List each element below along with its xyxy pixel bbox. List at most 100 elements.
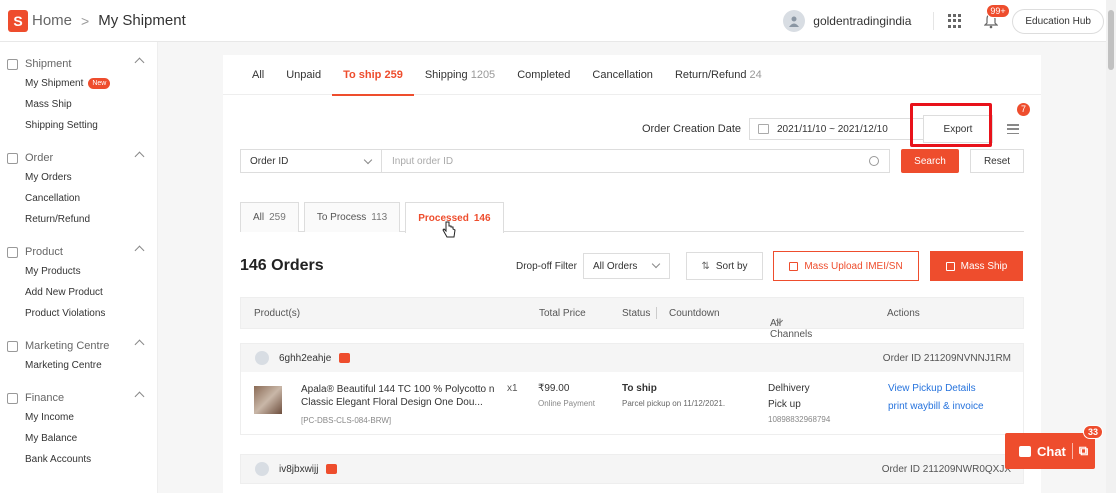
order-header: 6ghh2eahje Order ID 211209NVNNJ1RM: [241, 344, 1023, 372]
chat-icon: [1019, 445, 1031, 457]
tab-completed[interactable]: Completed: [506, 55, 581, 95]
sidebar-item-bank-accounts[interactable]: Bank Accounts: [0, 449, 157, 470]
product-icon: [7, 246, 18, 258]
buyer-avatar[interactable]: [255, 351, 269, 365]
col-divider: [656, 307, 657, 319]
sidebar-section-header[interactable]: Finance: [0, 389, 157, 407]
sidebar-item-marketing-centre[interactable]: Marketing Centre: [0, 355, 157, 376]
sidebar-item-add-new-product[interactable]: Add New Product: [0, 282, 157, 303]
sidebar-item-my-shipment[interactable]: My Shipment New: [0, 73, 157, 94]
product-quantity: x1: [507, 383, 518, 394]
tab-to-ship[interactable]: To ship 259: [332, 55, 414, 96]
chat-button[interactable]: Chat ⧉ 33: [1005, 425, 1103, 469]
tracking-number: 10898832968794: [768, 415, 831, 424]
search-field-select[interactable]: Order ID: [240, 149, 382, 173]
chat-buyer-icon[interactable]: [339, 353, 351, 363]
process-subtabs: All 259 To Process 113 Processed 146: [240, 202, 1024, 233]
chat-divider: [1071, 443, 1073, 459]
orders-table-header: Product(s) Total Price Status Countdown …: [240, 297, 1024, 340]
tab-unpaid[interactable]: Unpaid: [275, 55, 332, 95]
education-hub-button[interactable]: Education Hub: [1012, 8, 1104, 34]
export-button[interactable]: Export: [910, 103, 993, 147]
chat-window-icon[interactable]: ⧉: [1079, 443, 1088, 459]
product-image[interactable]: [254, 386, 282, 414]
chevron-up-icon[interactable]: [134, 339, 145, 350]
date-range-value: 2021/11/10 ~ 2021/12/10: [777, 123, 888, 135]
shipment-card: All Unpaid To ship 259 Shipping 1205 Com…: [223, 55, 1041, 493]
col-status: Status: [622, 308, 651, 319]
user-avatar[interactable]: [783, 10, 806, 32]
product-name[interactable]: Apala® Beautiful 144 TC 100 % Polycotto …: [301, 383, 499, 409]
order-card: iv8jbxwijj Order ID 211209NWR0QXJX: [240, 454, 1024, 484]
sidebar-item-shipping-setting[interactable]: Shipping Setting: [0, 115, 157, 136]
buyer-username[interactable]: 6ghh2eahje: [279, 353, 331, 364]
page-scrollbar[interactable]: [1106, 0, 1116, 493]
sidebar-section-header[interactable]: Order: [0, 149, 157, 167]
sidebar-item-my-balance[interactable]: My Balance: [0, 428, 157, 449]
order-card: 6ghh2eahje Order ID 211209NVNNJ1RM Apala…: [240, 343, 1024, 435]
sidebar-item-my-products[interactable]: My Products: [0, 261, 157, 282]
breadcrumb-home[interactable]: Home: [32, 12, 72, 29]
print-waybill-link[interactable]: print waybill & invoice: [888, 401, 984, 412]
sidebar-section-header[interactable]: Shipment: [0, 55, 157, 73]
report-count-badge: 7: [1017, 103, 1030, 116]
sort-icon: ⇅: [701, 260, 710, 272]
sidebar-section-title: Product: [25, 246, 63, 258]
notification-bell-icon[interactable]: 99+: [983, 4, 1010, 29]
sidebar-section-header[interactable]: Marketing Centre: [0, 337, 157, 355]
sidebar-item-product-violations[interactable]: Product Violations: [0, 303, 157, 324]
order-price: ₹99.00: [538, 383, 570, 394]
reset-button[interactable]: Reset: [970, 149, 1024, 173]
search-button[interactable]: Search: [901, 149, 959, 173]
dropoff-filter-select[interactable]: All Orders: [582, 253, 670, 279]
sidebar-section-title: Finance: [25, 392, 65, 404]
chevron-up-icon[interactable]: [134, 151, 145, 162]
date-range-picker[interactable]: 2021/11/10 ~ 2021/12/10: [749, 118, 925, 140]
mass-ship-button[interactable]: Mass Ship: [930, 251, 1023, 281]
orders-count-title: 146 Orders: [240, 257, 324, 274]
subtab-all[interactable]: All 259: [240, 202, 299, 232]
sidebar-item-cancellation[interactable]: Cancellation: [0, 188, 157, 209]
new-badge: New: [88, 78, 111, 89]
username[interactable]: goldentradingindia: [813, 14, 911, 28]
order-id: Order ID 211209NVNNJ1RM: [882, 352, 1011, 364]
report-list-icon[interactable]: 7: [1007, 103, 1030, 134]
subtab-to-process[interactable]: To Process 113: [303, 202, 401, 232]
scrollbar-thumb[interactable]: [1108, 10, 1114, 70]
sidebar-item-my-orders[interactable]: My Orders: [0, 167, 157, 188]
upload-icon: [789, 261, 799, 271]
sidebar-item-my-income[interactable]: My Income: [0, 407, 157, 428]
apps-grid-icon[interactable]: [948, 14, 962, 28]
chevron-up-icon[interactable]: [134, 245, 145, 256]
dropoff-filter-label: Drop-off Filter: [516, 260, 577, 272]
buyer-username[interactable]: iv8jbxwijj: [279, 464, 318, 475]
mass-upload-imei-button[interactable]: Mass Upload IMEI/SN: [773, 251, 919, 281]
order-status: To ship: [622, 383, 657, 394]
chat-unread-badge: 33: [1082, 425, 1103, 439]
search-row: Order ID Input order ID Search Reset: [240, 149, 1024, 173]
marketing-tag-icon: [7, 340, 18, 352]
calendar-icon: [758, 124, 769, 134]
col-countdown: Countdown: [669, 308, 720, 319]
sidebar-item-mass-ship[interactable]: Mass Ship: [0, 94, 157, 115]
buyer-avatar[interactable]: [255, 462, 269, 476]
sidebar-item-return-refund[interactable]: Return/Refund: [0, 209, 157, 230]
product-sku: [PC-DBS-CLS-084-BRW]: [301, 416, 392, 425]
tab-shipping[interactable]: Shipping 1205: [414, 55, 506, 95]
tab-all[interactable]: All: [241, 55, 275, 95]
order-id-input[interactable]: Input order ID: [382, 149, 890, 173]
tab-cancellation[interactable]: Cancellation: [581, 55, 664, 95]
chevron-up-icon[interactable]: [134, 57, 145, 68]
sidebar-section-title: Shipment: [25, 58, 72, 70]
status-tabs: All Unpaid To ship 259 Shipping 1205 Com…: [223, 55, 1041, 96]
sidebar-section-header[interactable]: Product: [0, 243, 157, 261]
topbar-divider: [933, 12, 935, 30]
chevron-up-icon[interactable]: [134, 391, 145, 402]
top-bar: S Home > My Shipment goldentradingindia …: [0, 0, 1116, 42]
view-pickup-details-link[interactable]: View Pickup Details: [888, 383, 976, 394]
sort-by-button[interactable]: ⇅ Sort by: [686, 252, 763, 280]
shopee-logo-icon[interactable]: S: [8, 9, 28, 32]
tab-return-refund[interactable]: Return/Refund 24: [664, 55, 773, 95]
chat-buyer-icon[interactable]: [326, 464, 338, 474]
orders-toolbar: 146 Orders Drop-off Filter All Orders ⇅ …: [240, 251, 1024, 281]
